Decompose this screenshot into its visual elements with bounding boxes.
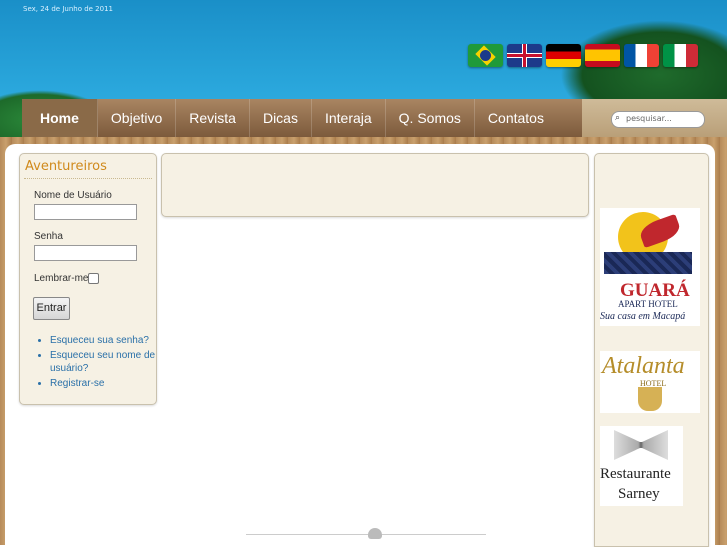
waves-icon [604, 252, 692, 274]
nav-interaja[interactable]: Interaja [312, 99, 386, 137]
login-module: Aventureiros Nome de Usuário Senha Lembr… [19, 153, 157, 405]
atalanta-name: Atalanta [602, 353, 685, 379]
shell-icon [368, 528, 382, 539]
brazil-flag-icon[interactable] [468, 44, 503, 67]
italy-flag-icon[interactable] [663, 44, 698, 67]
login-title: Aventureiros [25, 159, 107, 174]
nav-home[interactable]: Home [22, 99, 98, 137]
search-input[interactable]: ⌕ pesquisar... [611, 111, 705, 128]
forgot-username-link[interactable]: Esqueceu seu nome de usuário? [50, 349, 156, 375]
current-date: Sex, 24 de Junho de 2011 [23, 5, 113, 13]
nav-dicas[interactable]: Dicas [250, 99, 312, 137]
register-link[interactable]: Registrar-se [50, 377, 156, 390]
password-field[interactable] [34, 245, 137, 261]
language-selector [468, 44, 698, 67]
password-label: Senha [34, 231, 63, 242]
restaurante-sarney-logo[interactable]: Restaurante Sarney [600, 426, 683, 506]
bowtie-icon [614, 430, 668, 460]
sarney-line2: Sarney [618, 486, 660, 502]
remember-checkbox[interactable] [88, 273, 99, 284]
guara-sub: APART HOTEL [618, 299, 678, 309]
uk-flag-icon[interactable] [507, 44, 542, 67]
atalanta-crest-icon [638, 387, 662, 411]
footer-divider [246, 534, 486, 535]
login-button[interactable]: Entrar [33, 297, 70, 320]
sarney-line1: Restaurante [600, 466, 671, 482]
nav-q-somos[interactable]: Q. Somos [386, 99, 475, 137]
search-placeholder: pesquisar... [626, 114, 672, 123]
nav-objetivo[interactable]: Objetivo [98, 99, 177, 137]
remember-label: Lembrar-me [34, 273, 89, 284]
nav-contatos[interactable]: Contatos [475, 99, 557, 137]
guara-slogan: Sua casa em Macapá [600, 311, 686, 322]
spain-flag-icon[interactable] [585, 44, 620, 67]
login-links: Esqueceu sua senha? Esqueceu seu nome de… [34, 334, 156, 392]
main-nav: Home Objetivo Revista Dicas Interaja Q. … [22, 99, 582, 137]
france-flag-icon[interactable] [624, 44, 659, 67]
search-icon: ⌕ [615, 113, 621, 123]
main-content-box [161, 153, 589, 217]
nav-revista[interactable]: Revista [176, 99, 250, 137]
divider [24, 178, 152, 179]
forgot-password-link[interactable]: Esqueceu sua senha? [50, 334, 156, 347]
guara-hotel-logo[interactable]: GUARÁ APART HOTEL Sua casa em Macapá [600, 208, 700, 326]
atalanta-hotel-logo[interactable]: Atalanta HOTEL [600, 351, 700, 413]
username-label: Nome de Usuário [34, 190, 112, 201]
germany-flag-icon[interactable] [546, 44, 581, 67]
username-field[interactable] [34, 204, 137, 220]
